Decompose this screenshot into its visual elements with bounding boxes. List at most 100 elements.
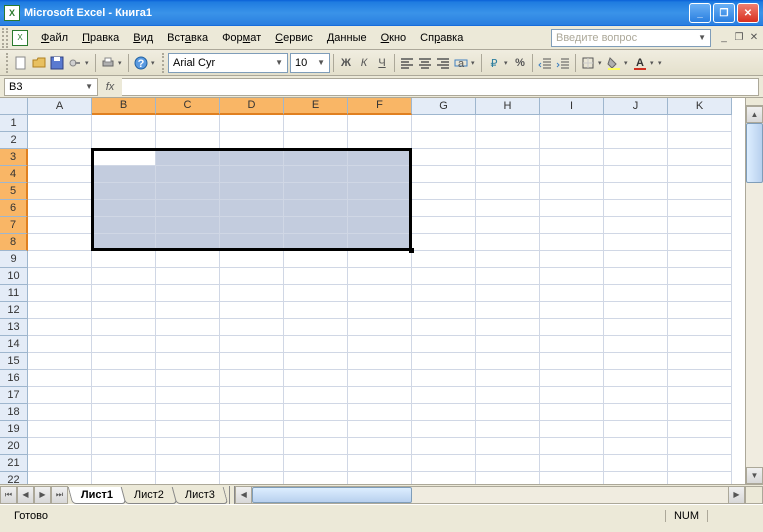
cell-E18[interactable] [284,404,348,421]
row-header-16[interactable]: 16 [0,370,28,387]
cell-H22[interactable] [476,472,540,484]
cell-A2[interactable] [28,132,92,149]
cell-G17[interactable] [412,387,476,404]
maximize-button[interactable]: ❐ [713,3,735,23]
cell-C5[interactable] [156,183,220,200]
cell-C6[interactable] [156,200,220,217]
sheet-tab-2[interactable]: Лист2 [121,487,178,504]
cell-G21[interactable] [412,455,476,472]
merge-dropdown[interactable]: ▾ [470,59,478,67]
cell-G10[interactable] [412,268,476,285]
cell-I18[interactable] [540,404,604,421]
col-header-K[interactable]: K [668,98,732,115]
col-header-F[interactable]: F [348,98,412,115]
cell-I2[interactable] [540,132,604,149]
cell-D12[interactable] [220,302,284,319]
cell-F8[interactable] [348,234,412,251]
cell-E13[interactable] [284,319,348,336]
cell-E19[interactable] [284,421,348,438]
cell-I21[interactable] [540,455,604,472]
cell-K11[interactable] [668,285,732,302]
cell-I11[interactable] [540,285,604,302]
cell-H15[interactable] [476,353,540,370]
cell-F9[interactable] [348,251,412,268]
cell-D14[interactable] [220,336,284,353]
row-header-6[interactable]: 6 [0,200,28,217]
name-box[interactable]: B3 ▼ [4,78,98,96]
cell-H1[interactable] [476,115,540,132]
cell-J4[interactable] [604,166,668,183]
cell-C3[interactable] [156,149,220,166]
cell-E14[interactable] [284,336,348,353]
cell-G9[interactable] [412,251,476,268]
row-header-20[interactable]: 20 [0,438,28,455]
cell-J17[interactable] [604,387,668,404]
cell-A21[interactable] [28,455,92,472]
row-header-2[interactable]: 2 [0,132,28,149]
align-center-button[interactable] [416,53,434,73]
cell-J19[interactable] [604,421,668,438]
help-button[interactable]: ? [132,53,150,73]
row-header-17[interactable]: 17 [0,387,28,404]
cell-C22[interactable] [156,472,220,484]
cell-E5[interactable] [284,183,348,200]
cell-D2[interactable] [220,132,284,149]
cell-C4[interactable] [156,166,220,183]
row-header-12[interactable]: 12 [0,302,28,319]
cell-F5[interactable] [348,183,412,200]
cell-D10[interactable] [220,268,284,285]
cell-H5[interactable] [476,183,540,200]
cell-E22[interactable] [284,472,348,484]
fill-handle[interactable] [409,248,414,253]
cell-A6[interactable] [28,200,92,217]
cell-H18[interactable] [476,404,540,421]
cell-C15[interactable] [156,353,220,370]
row-header-14[interactable]: 14 [0,336,28,353]
cell-E7[interactable] [284,217,348,234]
tab-nav-prev[interactable]: ◀ [17,486,34,504]
menu-правка[interactable]: Правка [75,29,126,47]
cell-D3[interactable] [220,149,284,166]
cell-I6[interactable] [540,200,604,217]
scroll-right-button[interactable]: ▶ [728,486,745,504]
row-header-21[interactable]: 21 [0,455,28,472]
cell-H11[interactable] [476,285,540,302]
cell-H6[interactable] [476,200,540,217]
open-button[interactable] [30,53,48,73]
cell-A3[interactable] [28,149,92,166]
cell-I19[interactable] [540,421,604,438]
row-header-18[interactable]: 18 [0,404,28,421]
cell-A1[interactable] [28,115,92,132]
toolbar-dropdown-2[interactable]: ▾ [117,59,125,67]
workbook-icon[interactable]: X [12,30,28,46]
cell-J22[interactable] [604,472,668,484]
cell-G4[interactable] [412,166,476,183]
cell-G14[interactable] [412,336,476,353]
cell-G15[interactable] [412,353,476,370]
cell-J14[interactable] [604,336,668,353]
worksheet-grid[interactable]: ABCDEFGHIJK 1234567891011121314151617181… [0,98,745,484]
col-header-B[interactable]: B [92,98,156,115]
cell-J1[interactable] [604,115,668,132]
cell-G13[interactable] [412,319,476,336]
cell-H14[interactable] [476,336,540,353]
print-button[interactable] [99,53,117,73]
col-header-H[interactable]: H [476,98,540,115]
cell-H17[interactable] [476,387,540,404]
cell-B18[interactable] [92,404,156,421]
cell-E15[interactable] [284,353,348,370]
row-header-8[interactable]: 8 [0,234,28,251]
cell-D7[interactable] [220,217,284,234]
cell-F20[interactable] [348,438,412,455]
percent-button[interactable]: % [511,53,529,73]
cell-A7[interactable] [28,217,92,234]
cell-C1[interactable] [156,115,220,132]
cell-I17[interactable] [540,387,604,404]
cell-F21[interactable] [348,455,412,472]
col-header-E[interactable]: E [284,98,348,115]
cell-I22[interactable] [540,472,604,484]
cell-E11[interactable] [284,285,348,302]
toolbar-overflow-1[interactable]: ▾ [150,59,158,67]
cell-F17[interactable] [348,387,412,404]
cell-F4[interactable] [348,166,412,183]
